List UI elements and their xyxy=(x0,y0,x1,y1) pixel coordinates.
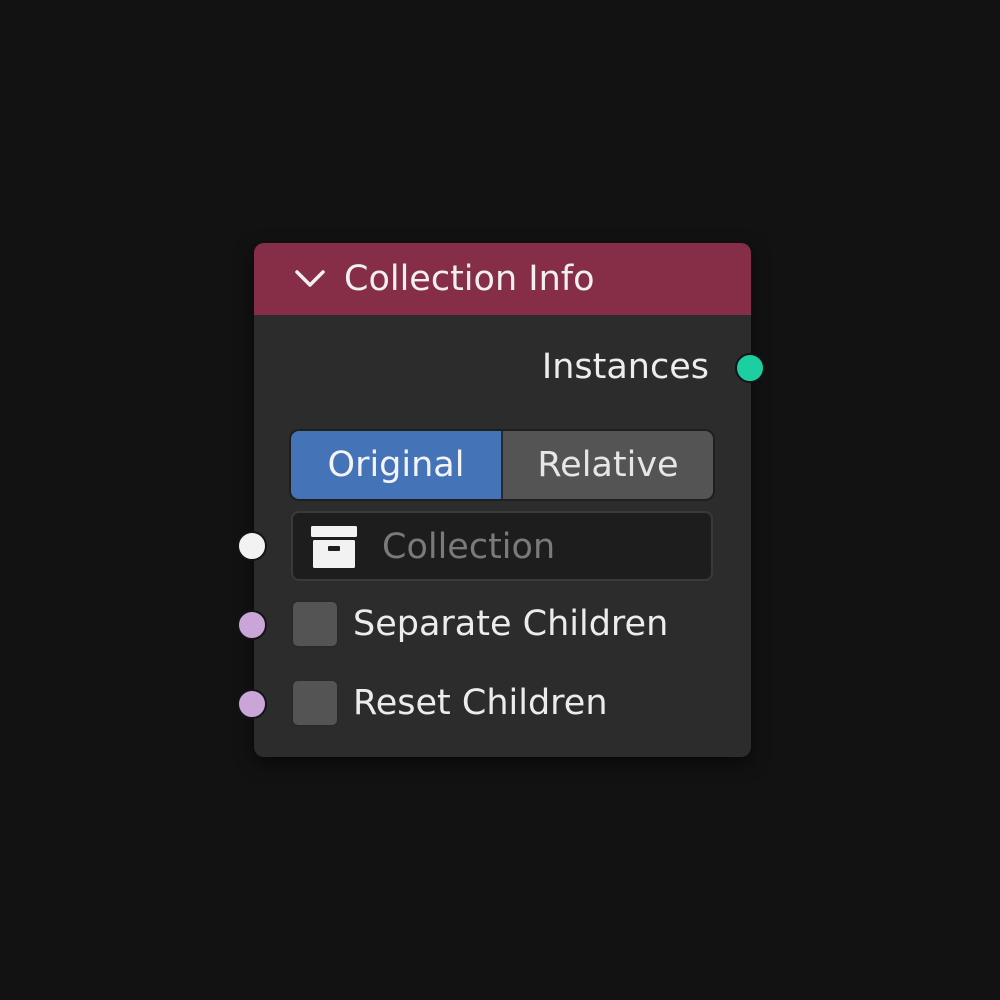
relative-toggle-button[interactable]: Relative xyxy=(501,431,713,499)
collection-placeholder: Collection xyxy=(382,527,556,567)
separate-children-socket[interactable] xyxy=(237,610,267,640)
reset-children-label[interactable]: Reset Children xyxy=(353,681,608,725)
node-header[interactable]: Collection Info xyxy=(254,243,751,315)
collection-info-node[interactable]: Collection Info Instances Original Relat… xyxy=(237,243,765,757)
reset-children-checkbox[interactable] xyxy=(291,679,339,727)
collection-box-icon xyxy=(311,526,357,568)
transform-space-toggle: Original Relative xyxy=(291,431,713,499)
instances-output-label: Instances xyxy=(541,347,709,387)
collection-input-socket[interactable] xyxy=(237,531,267,561)
reset-children-socket[interactable] xyxy=(237,689,267,719)
separate-children-checkbox[interactable] xyxy=(291,600,339,648)
instances-output-socket[interactable] xyxy=(735,353,765,383)
node-title: Collection Info xyxy=(344,259,595,299)
collection-picker-field[interactable]: Collection xyxy=(291,511,713,581)
separate-children-label[interactable]: Separate Children xyxy=(353,602,668,646)
chevron-down-icon[interactable] xyxy=(292,265,328,293)
original-toggle-button[interactable]: Original xyxy=(291,431,501,499)
node-editor-canvas[interactable]: Collection Info Instances Original Relat… xyxy=(0,0,1000,1000)
